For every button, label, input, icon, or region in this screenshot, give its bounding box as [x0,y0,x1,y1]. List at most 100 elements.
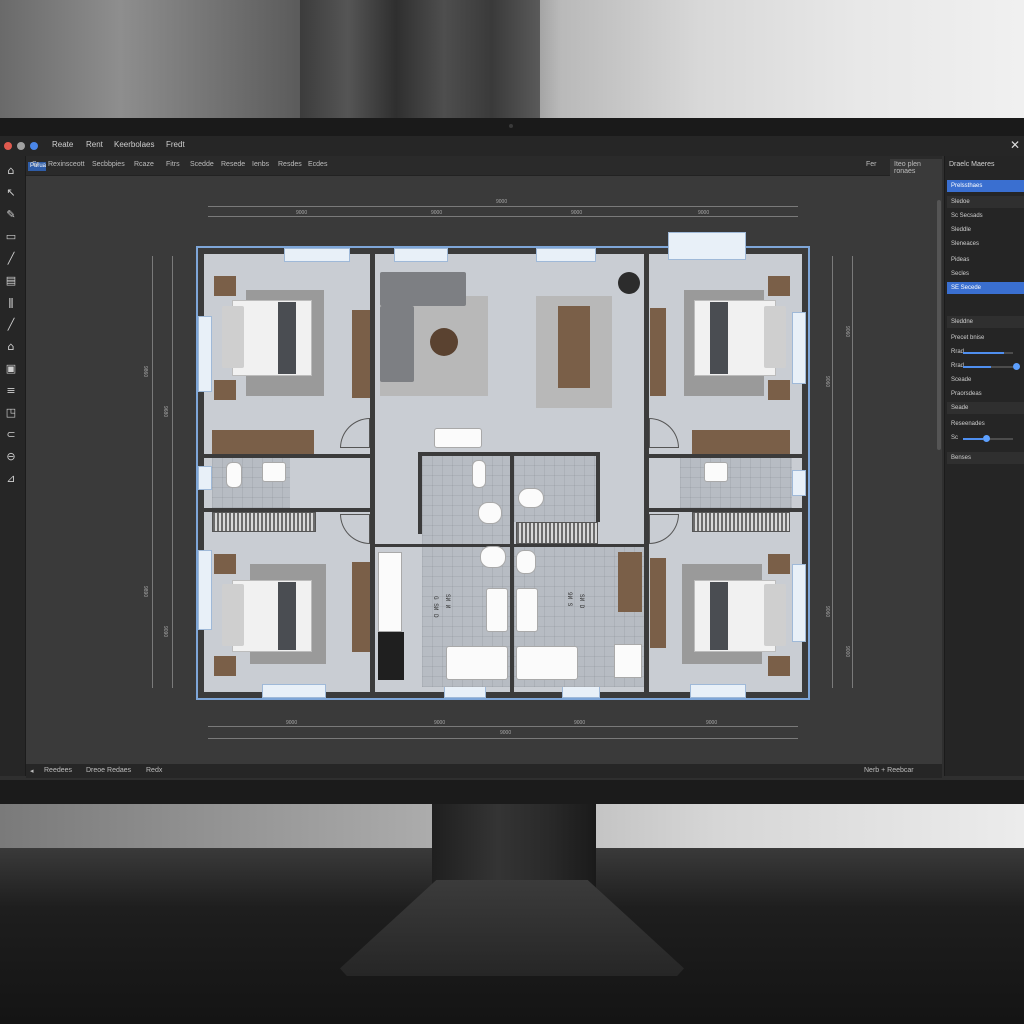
pillow [764,306,786,368]
coffee-table [430,328,458,356]
toolbar-item[interactable]: Ecdes [308,161,327,168]
panel-row[interactable]: Sleddle [947,224,1024,236]
sofa [380,306,414,382]
menu-item[interactable]: Keerbolaes [114,140,154,149]
panel-row[interactable]: Pideas [947,254,1024,266]
panel-row[interactable]: Secles [947,268,1024,280]
interior-wall [370,254,375,694]
dimension-label: 9000 [698,210,710,216]
slider-knob[interactable] [1013,363,1020,370]
status-arrow-icon[interactable]: ◂ [30,767,34,775]
toolbar-item[interactable]: Resdes [278,161,302,168]
panel-row[interactable]: Benses [947,452,1024,464]
panel-row-label: Sledoe [951,199,970,205]
interior-wall [596,452,600,522]
panel-row[interactable]: Praorsdeas [947,388,1024,400]
panel-row[interactable]: Reseenades [947,418,1024,430]
roof-icon[interactable]: ⌂ [4,340,18,354]
nightstand [768,380,790,400]
status-item[interactable]: Redx [146,767,162,774]
toolbar: Purua Sr Rexinsceott Secbbpies Rcaze Fit… [26,156,942,177]
nightstand [214,276,236,296]
bed [232,580,312,652]
tool-palette: ⌂ ↖ ✎ ▭ ╱ ▤ ǁ ╱ ⌂ ▣ ≡ ◳ ⊂ ⊖ ⊿ [0,156,26,776]
cylinder-icon[interactable]: ⊖ [4,450,18,464]
menu-item[interactable]: Reate [52,140,73,149]
dimension-label: 9000 [706,720,718,726]
cabinet [614,644,642,678]
plant-pot [618,272,640,294]
panel-row-label: Praorsdeas [951,391,982,397]
opacity-slider[interactable] [963,352,1013,354]
grid-icon[interactable]: ▤ [4,274,18,288]
maximize-window-dot-icon[interactable] [30,142,38,150]
panel-row-label: Prelssthaes [951,183,983,189]
monitor-chin [0,780,1024,804]
close-window-dot-icon[interactable] [4,142,12,150]
bookshelf [692,512,790,532]
panel-row[interactable]: Sceade [947,374,1024,386]
node-icon[interactable]: ◳ [4,406,18,420]
status-bar: ◂ Reedees Dreoe Redaes Redx Nerb + Reebc… [26,764,942,778]
toolbar-item[interactable]: Rcaze [134,161,154,168]
dimension-label: 9000 [496,199,508,205]
toolbar-item[interactable]: Secbbpies [92,161,125,168]
toolbar-item[interactable]: Sr [32,161,39,168]
minimize-window-dot-icon[interactable] [17,142,25,150]
toolbar-item[interactable]: Resede [221,161,245,168]
pillow [222,584,244,646]
measure-icon[interactable]: ⊿ [4,472,18,486]
pencil-icon[interactable]: ╱ [4,252,18,266]
slider-fill [963,438,983,440]
dimension-label: 9060 [824,606,830,618]
window [198,550,212,630]
toolbar-item[interactable]: Fitrs [166,161,180,168]
kitchen-sink [434,428,482,448]
panel-row[interactable]: Sleneaces [947,238,1024,250]
bookshelf [212,512,316,532]
pencil-icon[interactable]: ╱ [4,318,18,332]
panel-row[interactable]: Sledoe [947,196,1024,208]
text-icon[interactable]: ≡ [4,384,18,398]
window [536,248,596,262]
status-item[interactable]: Reedees [44,767,72,774]
ruler-icon[interactable]: ǁ [4,296,18,310]
brush-icon[interactable]: ✎ [4,208,18,222]
panel-title: Draelc Maeres [949,161,995,168]
size-slider[interactable] [963,363,1020,370]
frame-icon[interactable]: ▣ [4,362,18,376]
menu-item[interactable]: Fredt [166,140,185,149]
nightstand [214,380,236,400]
arrow-icon[interactable]: ↖ [4,186,18,200]
panel-row[interactable]: Prelssthaes [947,180,1024,192]
bed-blanket [278,302,296,374]
toolbar-right-item[interactable]: Fer [862,159,881,170]
slider-knob[interactable] [983,435,990,442]
toolbar-item[interactable]: Rexinsceott [48,161,85,168]
plan-label: G SИ D [432,596,439,618]
panel-row[interactable]: SE Secede [947,282,1024,294]
status-zoom[interactable]: Nerb + Reebcar [864,767,914,774]
close-icon[interactable]: ✕ [1010,138,1020,152]
slider-fill [963,366,991,368]
toolbar-item[interactable]: Ienbs [252,161,269,168]
scale-slider[interactable] [963,435,1013,442]
magnet-icon[interactable]: ⊂ [4,428,18,442]
home-outline-icon[interactable]: ⌂ [4,164,18,178]
sink [516,588,538,632]
window [284,248,350,262]
panel-row[interactable]: Sleddne [947,316,1024,328]
toolbar-right-button[interactable]: Iteo plen ronaes [890,159,942,177]
dimension-line [208,738,798,739]
rectangle-icon[interactable]: ▭ [4,230,18,244]
toilet [226,462,242,488]
status-item[interactable]: Dreoe Redaes [86,767,131,774]
toolbar-item[interactable]: Scedde [190,161,214,168]
panel-row[interactable]: Seade [947,402,1024,414]
scrollbar[interactable] [937,200,941,450]
dimension-label: 9000 [286,720,298,726]
panel-row[interactable]: Precet bnise [947,332,1024,344]
panel-row[interactable]: Sc Secsads [947,210,1024,222]
menu-item[interactable]: Rent [86,140,103,149]
dimension-label: 9090 [162,626,168,638]
